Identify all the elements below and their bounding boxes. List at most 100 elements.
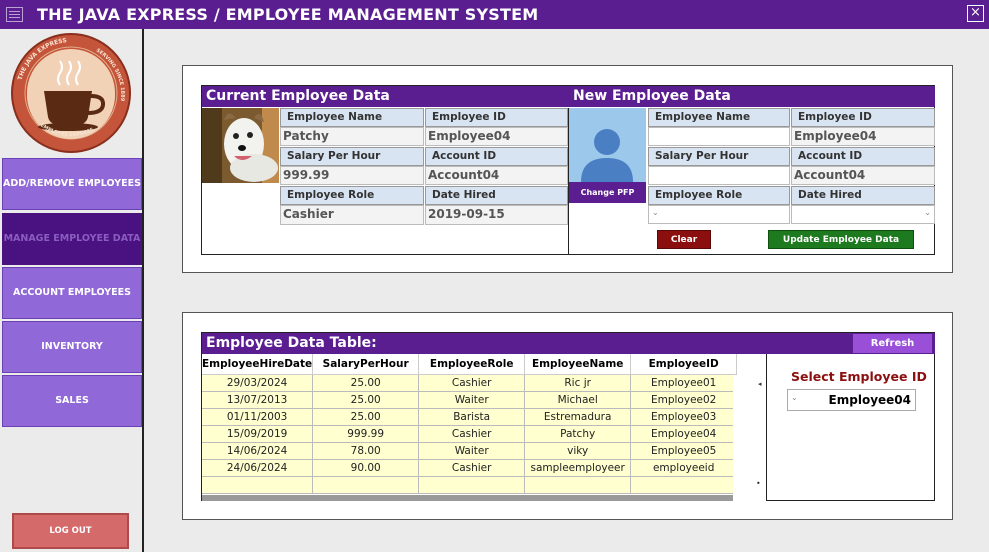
- logout-button[interactable]: LOG OUT: [12, 513, 129, 549]
- scroll-left-arrow-icon[interactable]: ◂: [758, 380, 762, 388]
- new-salary-label: Salary Per Hour: [648, 147, 790, 166]
- table-cell: Patchy: [524, 425, 632, 443]
- table-cell: sampleemployeer: [524, 459, 632, 477]
- current-account-value: Account04: [425, 166, 568, 185]
- table-row[interactable]: 15/09/2019 999.99 Cashier Patchy Employee04: [202, 425, 738, 443]
- app-menu-icon[interactable]: [6, 7, 23, 22]
- current-employee-heading: Current Employee Data: [202, 86, 568, 107]
- table-cell: Waiter: [418, 391, 526, 409]
- clear-button[interactable]: Clear: [657, 230, 711, 249]
- current-name-value: Patchy: [280, 127, 424, 146]
- current-date-label: Date Hired: [425, 186, 568, 205]
- table-cell: employeeid: [630, 459, 738, 477]
- new-account-label: Account ID: [791, 147, 935, 166]
- select-employee-value: Employee04: [828, 393, 911, 407]
- nav-add-remove-employees[interactable]: ADD/REMOVE EMPLOYEES: [2, 158, 142, 210]
- current-account-label: Account ID: [425, 147, 568, 166]
- employee-data-panel: Current Employee Data New Employee Data …: [182, 65, 953, 273]
- table-cell: Employee04: [630, 425, 738, 443]
- current-id-value: Employee04: [425, 127, 568, 146]
- column-header[interactable]: EmployeeName: [524, 354, 632, 375]
- refresh-button[interactable]: Refresh: [853, 334, 932, 353]
- select-employee-label: Select Employee ID: [791, 369, 927, 384]
- table-cell: viky: [524, 442, 632, 460]
- table-cell: Employee02: [630, 391, 738, 409]
- current-role-label: Employee Role: [280, 186, 424, 205]
- new-name-input[interactable]: [648, 127, 790, 146]
- new-role-select[interactable]: ⌄: [648, 205, 790, 224]
- new-employee-heading: New Employee Data: [568, 86, 935, 107]
- employee-data-frame: Current Employee Data New Employee Data …: [201, 85, 935, 255]
- employee-table: EmployeeHireDate SalaryPerHour EmployeeR…: [202, 354, 738, 494]
- vertical-scrollbar[interactable]: ◂ •: [733, 375, 766, 495]
- table-new-row[interactable]: [202, 476, 738, 494]
- chevron-down-icon: ⌄: [924, 208, 931, 217]
- table-row[interactable]: 01/11/2003 25.00 Barista Estremadura Employe…: [202, 408, 738, 426]
- table-cell: Barista: [418, 408, 526, 426]
- column-header[interactable]: EmployeeHireDate: [202, 354, 314, 375]
- window-title: THE JAVA EXPRESS / EMPLOYEE MANAGEMENT S…: [37, 5, 539, 24]
- current-name-label: Employee Name: [280, 108, 424, 127]
- table-cell: Employee01: [630, 374, 738, 392]
- table-cell: Cashier: [418, 425, 526, 443]
- table-row[interactable]: 14/06/2024 78.00 Waiter viky Employee05: [202, 442, 738, 460]
- table-row[interactable]: 29/03/2024 25.00 Cashier Ric jr Employee01: [202, 374, 738, 392]
- title-bar: THE JAVA EXPRESS / EMPLOYEE MANAGEMENT S…: [0, 0, 989, 29]
- table-cell: 25.00: [312, 391, 420, 409]
- new-id-label: Employee ID: [791, 108, 935, 127]
- close-button[interactable]: ×: [967, 5, 984, 22]
- nav-inventory[interactable]: INVENTORY: [2, 321, 142, 373]
- table-cell: 25.00: [312, 374, 420, 392]
- table-cell: 999.99: [312, 425, 420, 443]
- nav-manage-employee-data[interactable]: MANAGE EMPLOYEE DATA: [2, 213, 142, 265]
- table-cell: 15/09/2019: [202, 425, 314, 443]
- table-cell: 29/03/2024: [202, 374, 314, 392]
- nav-account-employees[interactable]: ACCOUNT EMPLOYEES: [2, 267, 142, 319]
- table-row[interactable]: 24/06/2024 90.00 Cashier sampleemployeer emp…: [202, 459, 738, 477]
- new-salary-input[interactable]: [648, 166, 790, 185]
- new-employee-photo[interactable]: [569, 108, 646, 182]
- current-salary-label: Salary Per Hour: [280, 147, 424, 166]
- current-date-value: 2019-09-15: [425, 205, 568, 225]
- column-header[interactable]: EmployeeID: [630, 354, 738, 375]
- sidebar: THE JAVA EXPRESS SERVING SINCE 1889 EMPL…: [0, 29, 144, 552]
- employee-table-frame: Employee Data Table: Refresh EmployeeHir…: [201, 332, 935, 501]
- table-heading: Employee Data Table:: [202, 333, 935, 354]
- nav-sales[interactable]: SALES: [2, 375, 142, 427]
- table-cell: 78.00: [312, 442, 420, 460]
- table-cell: 01/11/2003: [202, 408, 314, 426]
- table-header-row: EmployeeHireDate SalaryPerHour EmployeeR…: [202, 354, 738, 375]
- column-header[interactable]: EmployeeRole: [418, 354, 526, 375]
- table-cell: 24/06/2024: [202, 459, 314, 477]
- column-header[interactable]: SalaryPerHour: [312, 354, 420, 375]
- new-role-label: Employee Role: [648, 186, 790, 205]
- current-role-value: Cashier: [280, 205, 424, 225]
- new-date-label: Date Hired: [791, 186, 935, 205]
- new-name-label: Employee Name: [648, 108, 790, 127]
- table-row[interactable]: 13/07/2013 25.00 Waiter Michael Employee02: [202, 391, 738, 409]
- current-id-label: Employee ID: [425, 108, 568, 127]
- current-salary-value: 999.99: [280, 166, 424, 185]
- new-account-value: Account04: [791, 166, 935, 185]
- chevron-down-icon: ⌄: [652, 208, 659, 217]
- chevron-down-icon: ⌄: [791, 393, 798, 402]
- new-date-picker[interactable]: ⌄: [791, 205, 935, 224]
- horizontal-scrollbar[interactable]: [202, 495, 733, 501]
- change-pfp-button[interactable]: Change PFP: [569, 182, 646, 203]
- select-employee-dropdown[interactable]: ⌄ Employee04: [787, 389, 916, 411]
- scroll-dot-icon: •: [756, 479, 761, 488]
- table-cell: 90.00: [312, 459, 420, 477]
- table-cell: Employee03: [630, 408, 738, 426]
- table-cell: Employee05: [630, 442, 738, 460]
- employee-table-panel: Employee Data Table: Refresh EmployeeHir…: [182, 312, 953, 520]
- update-employee-button[interactable]: Update Employee Data: [768, 230, 914, 249]
- table-cell: Cashier: [418, 374, 526, 392]
- current-employee-photo: [202, 108, 279, 183]
- table-cell: Estremadura: [524, 408, 632, 426]
- table-cell: Michael: [524, 391, 632, 409]
- table-cell: 25.00: [312, 408, 420, 426]
- table-cell: Waiter: [418, 442, 526, 460]
- table-cell: Ric jr: [524, 374, 632, 392]
- table-cell: 14/06/2024: [202, 442, 314, 460]
- data-grid[interactable]: EmployeeHireDate SalaryPerHour EmployeeR…: [202, 354, 767, 501]
